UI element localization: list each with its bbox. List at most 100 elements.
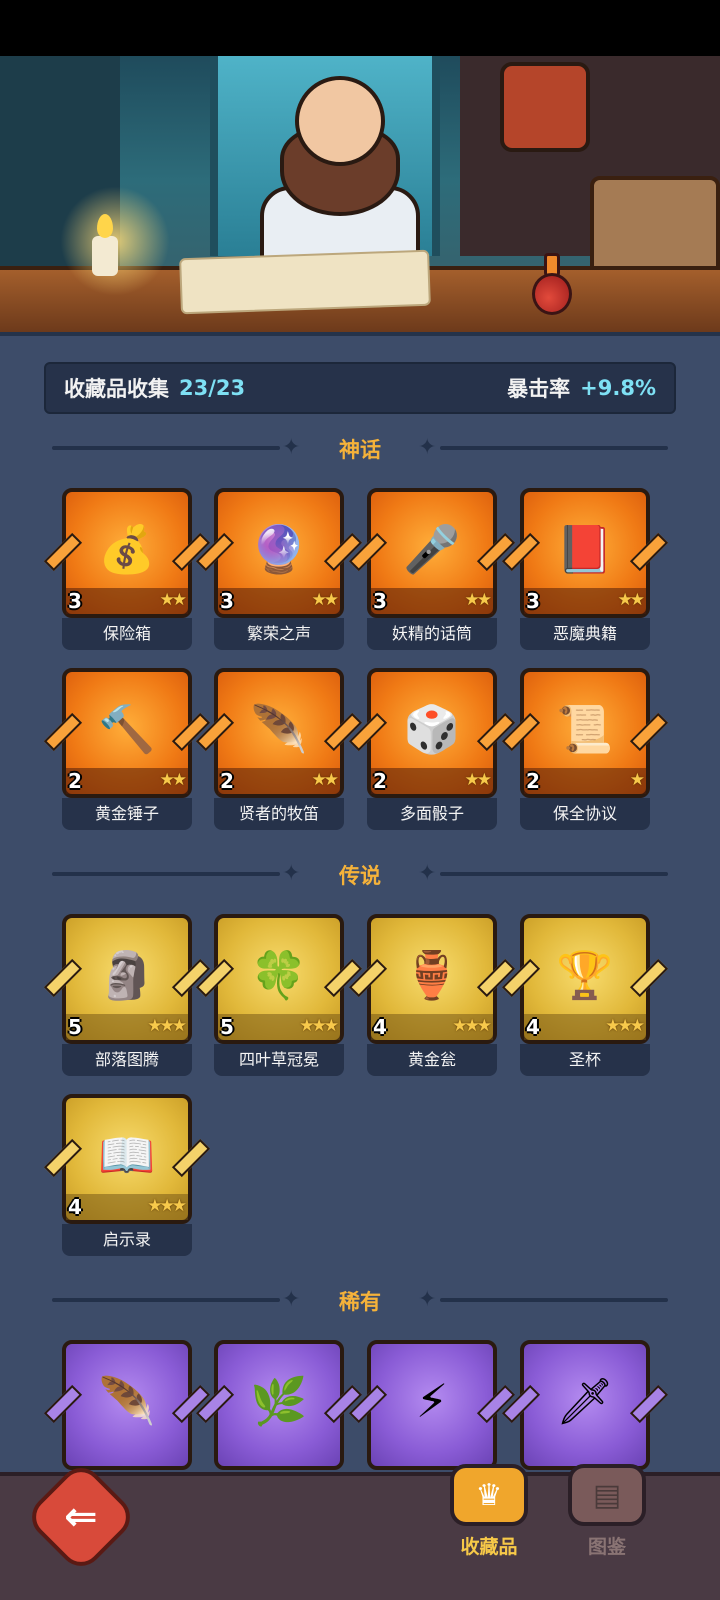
item-level: 4	[373, 1015, 387, 1039]
item-name: 保险箱	[62, 618, 192, 650]
collectible-card[interactable]: 🏆 4 ★★★ 圣杯	[501, 914, 669, 1078]
crit-rate-label: 暴击率	[507, 377, 571, 401]
item-name: 多面骰子	[367, 798, 497, 830]
item-level: 3	[526, 589, 540, 613]
item-level: 5	[68, 1015, 82, 1039]
shop-banner-illustration	[0, 56, 720, 332]
polyhedral-dice-icon: 🎲	[403, 701, 461, 756]
item-level: 3	[373, 589, 387, 613]
item-level: 2	[68, 769, 82, 793]
item-level: 4	[68, 1195, 82, 1219]
collectible-card[interactable]: 🌿	[195, 1340, 363, 1472]
crit-rate-value: +9.8%	[580, 376, 656, 400]
collectible-card[interactable]: 🪶 2 ★★ 贤者的牧笛	[195, 668, 363, 832]
nav-codex-label: 图鉴	[587, 1536, 626, 1558]
collectible-card[interactable]: 🍀 5 ★★★ 四叶草冠冕	[195, 914, 363, 1078]
item-name: 繁荣之声	[214, 618, 344, 650]
section-header-legend: ✦ 传说 ✦	[0, 858, 720, 888]
section-header-rare: ✦ 稀有 ✦	[0, 1284, 720, 1314]
item-stars: ★★	[617, 590, 646, 610]
collectible-card[interactable]: 🏺 4 ★★★ 黄金瓮	[348, 914, 516, 1078]
clover-crown-icon: 🍀	[250, 947, 308, 1002]
item-level: 2	[373, 769, 387, 793]
collectible-card[interactable]: 🔮 3 ★★ 繁荣之声	[195, 488, 363, 652]
item-stars: ★★★	[605, 1016, 645, 1036]
item-name: 黄金瓮	[367, 1044, 497, 1076]
item-stars: ★★	[464, 590, 493, 610]
item-name: 妖精的话筒	[367, 618, 497, 650]
card-info-strip	[524, 768, 646, 794]
treasure-map-icon	[179, 249, 431, 315]
potion-icon	[528, 251, 576, 321]
item-stars: ★	[629, 770, 645, 790]
sparkle-icon: ✦	[418, 1287, 437, 1312]
item-stars: ★★	[464, 770, 493, 790]
collectible-card[interactable]: ⚡	[348, 1340, 516, 1472]
sage-flute-icon: 🪶	[250, 701, 308, 756]
item-level: 2	[526, 769, 540, 793]
nav-collection-button[interactable]: ♛ 收藏品	[444, 1464, 534, 1564]
collectible-card[interactable]: 🎲 2 ★★ 多面骰子	[348, 668, 516, 832]
contract-scroll-icon: 📜	[556, 701, 614, 756]
sparkle-icon: ✦	[418, 435, 437, 460]
codex-book-icon: ▤	[568, 1464, 646, 1526]
item-stars: ★★	[311, 770, 340, 790]
item-name: 贤者的牧笛	[214, 798, 344, 830]
section-header-mythic: ✦ 神话 ✦	[0, 432, 720, 462]
item-level: 2	[220, 769, 234, 793]
collectible-card[interactable]: 🗡	[501, 1340, 669, 1472]
collection-count-label: 收藏品收集	[64, 377, 169, 401]
nav-collection-label: 收藏品	[460, 1536, 518, 1558]
item-level: 4	[526, 1015, 540, 1039]
lightning-tome-icon: ⚡	[415, 1374, 449, 1428]
thorn-vine-icon: 🌿	[250, 1373, 308, 1428]
item-name: 启示录	[62, 1224, 192, 1256]
item-level: 5	[220, 1015, 234, 1039]
fairy-microphone-icon: 🎤	[403, 521, 461, 576]
golden-hammer-icon: 🔨	[98, 701, 156, 756]
collectible-card[interactable]: 🪶	[43, 1340, 211, 1472]
collectible-card[interactable]: 📜 2 ★ 保全协议	[501, 668, 669, 832]
item-stars: ★★★	[452, 1016, 492, 1036]
item-level: 3	[68, 589, 82, 613]
tiki-mask-icon	[500, 62, 590, 152]
candle-icon	[60, 186, 170, 296]
nav-codex-button[interactable]: ▤ 图鉴	[562, 1464, 652, 1564]
collection-count-value: 23/23	[179, 376, 246, 400]
collectible-card[interactable]: 🔨 2 ★★ 黄金锤子	[43, 668, 211, 832]
demon-book-icon: 📕	[556, 521, 614, 576]
item-name: 圣杯	[520, 1044, 650, 1076]
item-name: 恶魔典籍	[520, 618, 650, 650]
item-stars: ★★	[311, 590, 340, 610]
collection-stats-bar: 收藏品收集 23/23 暴击率 +9.8%	[44, 362, 676, 414]
back-button[interactable]: ⇐	[23, 1459, 139, 1575]
phoenix-feather-icon: 🪶	[98, 1373, 156, 1428]
collection-icon: ♛	[450, 1464, 528, 1526]
collectible-card[interactable]: 💰 3 ★★ 保险箱	[43, 488, 211, 652]
item-name: 部落图腾	[62, 1044, 192, 1076]
item-name: 黄金锤子	[62, 798, 192, 830]
back-arrow-icon: ⇐	[64, 1493, 98, 1540]
item-stars: ★★★	[299, 1016, 339, 1036]
collectible-card[interactable]: 🎤 3 ★★ 妖精的话筒	[348, 488, 516, 652]
collectible-card[interactable]: 🗿 5 ★★★ 部落图腾	[43, 914, 211, 1078]
sparkle-icon: ✦	[418, 861, 437, 886]
collectible-card[interactable]: 📕 3 ★★ 恶魔典籍	[501, 488, 669, 652]
status-bar	[0, 0, 720, 56]
item-name: 保全协议	[520, 798, 650, 830]
collectible-card[interactable]: 📖 4 ★★★ 启示录	[43, 1094, 211, 1258]
bottom-nav-bar: ⇐ ♛ 收藏品 ▤ 图鉴	[0, 1459, 720, 1600]
ice-dagger-icon: 🗡	[555, 1373, 615, 1428]
item-stars: ★★★	[147, 1016, 187, 1036]
item-stars: ★★	[159, 770, 188, 790]
item-stars: ★★★	[147, 1196, 187, 1216]
golden-urn-icon: 🏺	[403, 947, 461, 1002]
item-name: 四叶草冠冕	[214, 1044, 344, 1076]
collection-panel[interactable]: 收藏品收集 23/23 暴击率 +9.8% ✦ 神话 ✦ ✦ 传说 ✦ ✦ 稀有…	[0, 332, 720, 1472]
item-stars: ★★	[159, 590, 188, 610]
item-level: 3	[220, 589, 234, 613]
treasure-chest-icon: 💰	[98, 521, 156, 576]
open-book-icon: 📖	[98, 1127, 156, 1182]
tribal-totem-icon: 🗿	[98, 947, 156, 1002]
dwarf-shopkeeper-character	[240, 66, 440, 276]
